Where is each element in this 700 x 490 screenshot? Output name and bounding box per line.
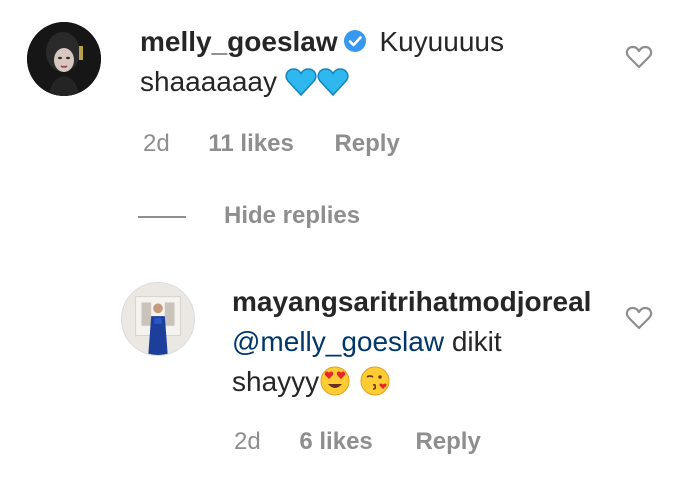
reply-reply-button[interactable]: Reply bbox=[415, 428, 480, 456]
comment-username[interactable]: melly_goeslaw bbox=[140, 26, 338, 57]
reply-likes[interactable]: 6 likes bbox=[299, 428, 372, 456]
hide-replies-button[interactable]: Hide replies bbox=[224, 202, 360, 230]
heart-outline-icon bbox=[625, 306, 653, 330]
mention-link[interactable]: @melly_goeslaw bbox=[232, 326, 444, 357]
reply-text-line2: shayyy bbox=[232, 366, 320, 397]
reply-text-after-mention: dikit bbox=[444, 326, 502, 357]
kissing-face-emoji-icon bbox=[359, 365, 391, 397]
blue-heart-icon bbox=[317, 67, 349, 97]
comment-time[interactable]: 2d bbox=[143, 130, 170, 158]
comment-text-line1: Kuyuuuus bbox=[379, 26, 504, 57]
reply-username[interactable]: mayangsaritrihatmodjoreal bbox=[232, 286, 591, 317]
avatar-melly-goeslaw[interactable] bbox=[27, 22, 101, 96]
reply-time[interactable]: 2d bbox=[234, 428, 261, 456]
replies-divider-line bbox=[138, 216, 186, 218]
like-reply-button[interactable] bbox=[625, 305, 653, 331]
reply-body: mayangsaritrihatmodjoreal @melly_goeslaw… bbox=[232, 282, 622, 402]
comment-text-line2: shaaaaaay bbox=[140, 66, 278, 97]
heart-outline-icon bbox=[625, 45, 653, 69]
avatar-image bbox=[27, 22, 101, 96]
comment-meta: 2d 11 likes Reply bbox=[143, 130, 400, 158]
comment-likes[interactable]: 11 likes bbox=[208, 130, 293, 158]
avatar-image bbox=[122, 283, 194, 355]
like-comment-button[interactable] bbox=[625, 44, 653, 70]
avatar-mayangsaritrihatmodjoreal[interactable] bbox=[121, 282, 195, 356]
blue-heart-icon bbox=[285, 67, 317, 97]
heart-eyes-emoji-icon bbox=[319, 365, 351, 397]
reply-meta: 2d 6 likes Reply bbox=[234, 428, 481, 456]
comment-body: melly_goeslaw Kuyuuuus shaaaaaay bbox=[140, 22, 610, 102]
verified-badge-icon bbox=[342, 28, 368, 54]
comment-reply-button[interactable]: Reply bbox=[334, 130, 399, 158]
